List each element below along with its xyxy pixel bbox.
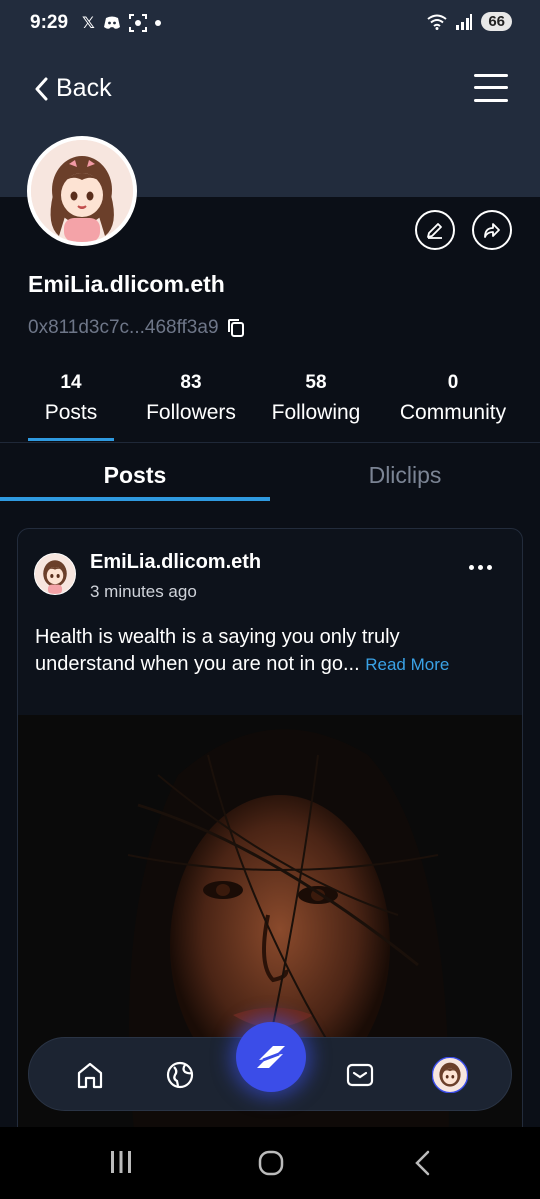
stat-posts[interactable]: 14 Posts [28,372,114,425]
profile-username: EmiLia.dlicom.eth [28,271,225,297]
anime-girl-avatar-image [35,554,75,594]
home-system-button[interactable] [257,1149,285,1182]
tab-dliclips[interactable]: Dliclips [270,462,540,489]
nav-inbox[interactable] [341,1056,379,1094]
stat-following-label: Following [271,401,361,424]
nav-profile[interactable] [431,1056,469,1094]
wifi-icon [427,14,447,30]
stat-community-count: 0 [447,372,459,393]
dot-icon [154,20,161,26]
stat-following-count: 58 [305,372,327,393]
post-body: Health is wealth is a saying you only tr… [35,626,400,675]
edit-profile-button[interactable] [415,210,455,250]
post-text-block: Health is wealth is a saying you only tr… [35,624,505,678]
stat-posts-count: 14 [60,372,82,393]
discord-icon [103,16,120,29]
profile-avatar[interactable] [27,136,137,246]
x-icon: 𝕏 [82,15,95,32]
recent-apps-button[interactable] [108,1149,134,1180]
chevron-left-icon [35,77,48,100]
pencil-icon [427,223,442,239]
more-dot [469,565,474,570]
nav-home[interactable] [71,1056,109,1094]
inbox-icon [346,1063,374,1087]
stat-followers-label: Followers [146,401,236,424]
back-system-button[interactable] [412,1149,432,1182]
system-navigation-bar [0,1127,540,1199]
recent-apps-icon [111,1151,131,1173]
back-label: Back [56,74,112,102]
tab-posts[interactable]: Posts [0,462,270,489]
nav-explore[interactable] [161,1056,199,1094]
globe-icon [166,1061,194,1089]
copy-icon[interactable] [227,318,245,338]
status-time: 9:29 [30,12,69,33]
wallet-address-row: 0x811d3c7c...468ff3a9 [28,317,245,339]
anime-girl-avatar-image [31,140,133,242]
signal-icon [456,13,473,30]
stat-followers[interactable]: 83 Followers [136,372,246,425]
status-notification-icons: 𝕏 [82,13,161,33]
status-system-icons: 66 [427,12,512,31]
dlicom-logo-icon [257,1046,285,1068]
post-timestamp: 3 minutes ago [90,582,197,601]
stat-posts-label: Posts [44,401,98,424]
stat-community[interactable]: 0 Community [388,372,518,425]
post-author-avatar[interactable] [34,553,76,595]
wallet-address: 0x811d3c7c...468ff3a9 [28,317,219,338]
status-bar: 9:29 𝕏 66 [0,0,540,50]
divider [0,442,540,443]
more-dot [478,565,483,570]
tab-active-indicator [0,497,270,501]
post-author-name[interactable]: EmiLia.dlicom.eth [90,551,261,574]
stat-followers-count: 83 [180,372,202,393]
share-arrow-icon [484,223,500,238]
back-button[interactable]: Back [34,74,112,103]
stat-following[interactable]: 58 Following [262,372,370,425]
share-profile-button[interactable] [472,210,512,250]
back-chevron-icon [415,1150,430,1176]
stat-active-indicator [28,438,114,441]
profile-avatar-icon [432,1057,468,1093]
home-circle-icon [258,1150,284,1176]
home-icon [77,1062,103,1089]
more-dot [487,565,492,570]
menu-button[interactable] [474,72,508,104]
post-more-options-button[interactable] [469,565,492,570]
read-more-link[interactable]: Read More [365,655,449,674]
screenshot-icon [128,14,147,32]
battery-indicator: 66 [481,12,512,31]
stat-community-label: Community [399,401,507,424]
nav-create-button[interactable] [236,1022,306,1092]
